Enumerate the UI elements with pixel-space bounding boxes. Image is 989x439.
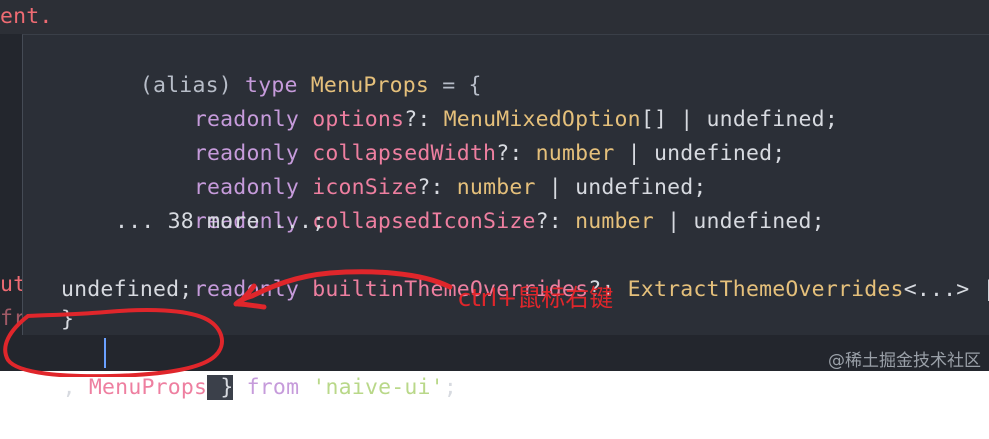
watermark: @稀土掘金技术社区 (828, 351, 981, 371)
hover-line-undefined: undefined; (61, 277, 193, 302)
hover-line-options: readonly options?: MenuMixedOption[] | u… (193, 107, 838, 132)
editor-line-top: ent. (0, 0, 989, 34)
menuprops-identifier[interactable]: MenuProps (89, 375, 207, 400)
import-statement: , MenuProps } from 'naive-ui'; (62, 375, 457, 400)
hover-line-collapsed-icon-size: readonly collapsedIconSize?: number | un… (193, 209, 825, 234)
text-cursor (104, 338, 106, 368)
hover-line-collapsed-width: readonly collapsedWidth?: number | undef… (193, 141, 786, 166)
hover-line-icon-size: readonly iconSize?: number | undefined; (193, 175, 707, 200)
hover-line-more: ... 38 more ...; (115, 209, 326, 234)
hover-line-builtin-theme-overrides: readonly builtinThemeOverrides?: Extract… (193, 277, 989, 302)
hover-line-close: } (61, 307, 75, 332)
code-fragment-top: ent. (0, 4, 53, 29)
annotation-label: ctrl+鼠标右键 (458, 284, 614, 312)
hover-line-1: (alias) type MenuProps = { (139, 73, 482, 98)
